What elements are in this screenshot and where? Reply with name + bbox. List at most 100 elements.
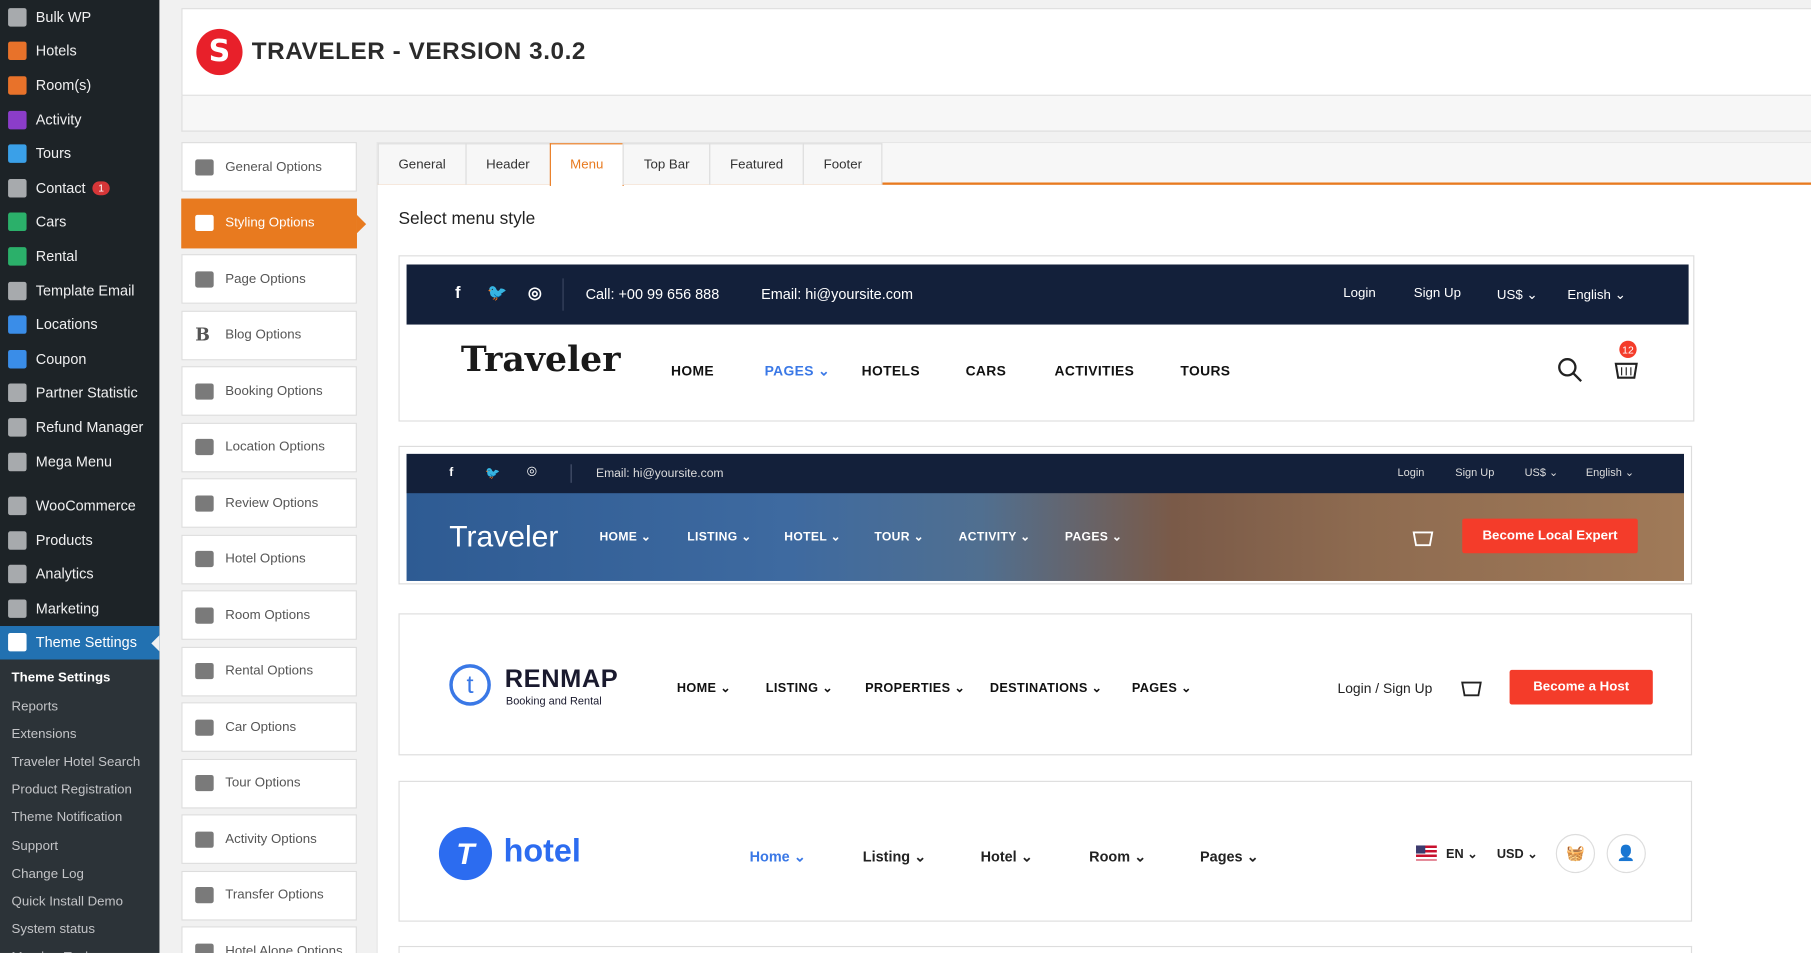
- sidebar-item-analytics[interactable]: Analytics: [0, 557, 159, 591]
- sidebar-item-label: Activity: [35, 111, 82, 128]
- submenu-item-theme-settings[interactable]: Theme Settings: [0, 664, 159, 692]
- shuffle-icon: [8, 418, 27, 437]
- option-car-options[interactable]: Car Options: [181, 702, 357, 752]
- option-general-options[interactable]: General Options: [181, 142, 357, 192]
- sidebar-item-activity[interactable]: Activity: [0, 103, 159, 137]
- tab-footer[interactable]: Footer: [802, 143, 883, 185]
- sidebar-item-contact[interactable]: Contact 1: [0, 171, 159, 205]
- tab-menu[interactable]: Menu: [549, 143, 625, 186]
- option-tour-options[interactable]: Tour Options: [181, 758, 357, 808]
- sidebar-item-tours[interactable]: Tours: [0, 137, 159, 171]
- submenu-item-change-log[interactable]: Change Log: [0, 860, 159, 888]
- hotel-icon: [8, 42, 27, 61]
- option-label: Styling Options: [225, 215, 315, 230]
- submenu-item-support[interactable]: Support: [0, 832, 159, 860]
- submenu-item-traveler-hotel-search[interactable]: Traveler Hotel Search: [0, 748, 159, 776]
- sidebar-item-cars[interactable]: Cars: [0, 205, 159, 239]
- sidebar-item-bulk-wp[interactable]: Bulk WP: [0, 0, 159, 34]
- traveler-logo-icon: S: [196, 28, 243, 76]
- sidebar-item-marketing[interactable]: Marketing: [0, 591, 159, 625]
- style2-language: English ⌄: [1585, 466, 1635, 480]
- option-booking-options[interactable]: Booking Options: [181, 366, 357, 416]
- sidebar-item-locations[interactable]: Locations: [0, 308, 159, 342]
- sidebar-item-label: Coupon: [35, 350, 87, 367]
- sidebar-item-products[interactable]: Products: [0, 523, 159, 557]
- option-hotel-options[interactable]: Hotel Options: [181, 534, 357, 584]
- style4-nav-home: Home ⌄: [749, 848, 806, 866]
- room-icon: [8, 76, 27, 95]
- option-styling-options[interactable]: Styling Options: [181, 198, 367, 248]
- option-label: Hotel Options: [225, 552, 306, 566]
- sidebar-item-mega-menu[interactable]: Mega Menu: [0, 444, 159, 478]
- style1-phone: Call: +00 99 656 888: [585, 286, 720, 303]
- submenu-item-reports[interactable]: Reports: [0, 692, 159, 720]
- admin-sidebar: Bulk WP Hotels Room(s) Activity Tours Contact…: [0, 0, 160, 953]
- menu-style-3[interactable]: t RENMAP Booking and Rental HOME ⌄ LISTI…: [398, 613, 1693, 756]
- option-review-options[interactable]: Review Options: [181, 478, 357, 528]
- submenu-item-theme-notification[interactable]: Theme Notification: [0, 804, 159, 832]
- facebook-icon: f: [449, 465, 454, 480]
- submenu-item-extensions[interactable]: Extensions: [0, 720, 159, 748]
- cart-count-badge: 12: [1619, 340, 1637, 359]
- menu-style-2[interactable]: f 🐦 ◎ Email: hi@yoursite.com Login Sign …: [398, 445, 1693, 585]
- sidebar-item-label: Analytics: [35, 566, 94, 583]
- sidebar-item-woocommerce[interactable]: WooCommerce: [0, 489, 159, 523]
- menu-style-5[interactable]: [398, 945, 1693, 953]
- submenu-item-quick-install-demo[interactable]: Quick Install Demo: [0, 888, 159, 916]
- sidebar-item-refund-manager[interactable]: Refund Manager: [0, 410, 159, 444]
- tab-general[interactable]: General: [377, 143, 467, 185]
- option-hotel-alone-options[interactable]: Hotel Alone Options: [181, 926, 357, 953]
- option-label: Blog Options: [225, 328, 302, 342]
- sidebar-item-room-s[interactable]: Room(s): [0, 68, 159, 102]
- sidebar-item-label: Contact: [35, 179, 86, 197]
- instagram-icon: ◎: [527, 282, 542, 302]
- style1-signup: Sign Up: [1413, 286, 1461, 301]
- brush-icon: [195, 214, 214, 231]
- coupon-icon: [8, 349, 27, 369]
- sidebar-item-coupon[interactable]: Coupon: [0, 342, 159, 376]
- tab-header[interactable]: Header: [465, 143, 551, 185]
- sidebar-item-hotels[interactable]: Hotels: [0, 34, 159, 68]
- option-label: Hotel Alone Options: [225, 944, 343, 953]
- option-label: Review Options: [225, 496, 319, 510]
- car-icon: [195, 887, 214, 904]
- sidebar-item-label: Locations: [35, 316, 98, 333]
- option-transfer-options[interactable]: Transfer Options: [181, 870, 357, 920]
- tab-top-bar[interactable]: Top Bar: [623, 143, 711, 185]
- dashboard-icon: [195, 158, 214, 175]
- divider: [570, 464, 572, 483]
- bulk-icon: [8, 7, 27, 27]
- blog-icon: B: [195, 324, 210, 346]
- submenu-item-system-status[interactable]: System status: [0, 916, 159, 944]
- style3-login-signup: Login / Sign Up: [1337, 680, 1433, 697]
- option-label: Location Options: [225, 440, 325, 454]
- option-location-options[interactable]: Location Options: [181, 422, 357, 472]
- menu-style-4[interactable]: T hotel Home ⌄ Listing ⌄ Hotel ⌄ Room ⌄ …: [398, 780, 1693, 922]
- sidebar-item-label: Theme Settings: [35, 634, 137, 651]
- option-label: Transfer Options: [225, 888, 324, 903]
- option-activity-options[interactable]: Activity Options: [181, 814, 357, 864]
- twitter-icon: 🐦: [487, 282, 508, 302]
- option-room-options[interactable]: Room Options: [181, 590, 357, 640]
- sidebar-item-partner-statistic[interactable]: Partner Statistic: [0, 376, 159, 410]
- sidebar-item-theme-settings[interactable]: Theme Settings: [0, 625, 160, 660]
- sidebar-item-label: Partner Statistic: [35, 384, 138, 402]
- option-rental-options[interactable]: Rental Options: [181, 646, 357, 696]
- style1-nav-home: HOME: [671, 362, 715, 379]
- option-blog-options[interactable]: B Blog Options: [181, 310, 357, 360]
- submenu-item-member-tools[interactable]: Member Tools: [0, 944, 159, 953]
- style2-nav-tour: TOUR ⌄: [874, 530, 925, 545]
- ticket-icon: [195, 831, 214, 848]
- tours-icon: [8, 144, 27, 164]
- submenu-item-product-registration[interactable]: Product Registration: [0, 776, 159, 804]
- menu-style-1[interactable]: f 🐦 ◎ Call: +00 99 656 888 Email: hi@you…: [398, 255, 1695, 422]
- home-icon: [195, 662, 214, 680]
- tab-featured[interactable]: Featured: [709, 143, 804, 185]
- sidebar-item-rental[interactable]: Rental: [0, 239, 159, 273]
- mail-icon: [8, 178, 27, 198]
- sidebar-item-template-email[interactable]: Template Email: [0, 273, 159, 307]
- option-page-options[interactable]: Page Options: [181, 254, 357, 304]
- twitter-icon: 🐦: [485, 466, 501, 481]
- style3-nav-listing: LISTING ⌄: [765, 681, 834, 696]
- sidebar-item-label: Rental: [35, 248, 78, 265]
